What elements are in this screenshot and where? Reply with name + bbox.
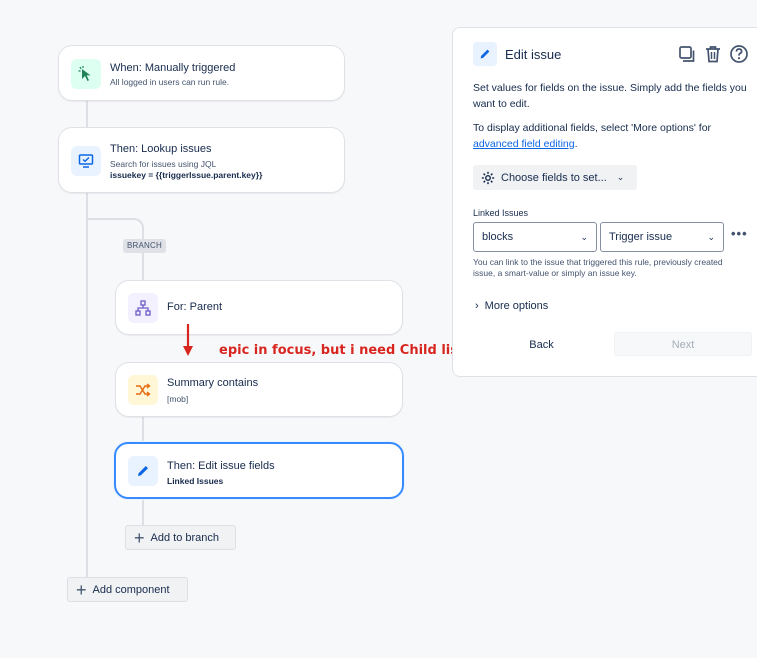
lookup-card[interactable]: Then: Lookup issues Search for issues us… (58, 127, 345, 193)
trigger-subtitle: All logged in users can run rule. (110, 77, 230, 87)
link-type-select[interactable]: blocks ⌄ (473, 222, 597, 252)
flow-rail (86, 192, 88, 582)
condition-subtitle: [mob] (167, 394, 189, 404)
advanced-field-editing-link[interactable]: advanced field editing (473, 138, 575, 150)
panel-title: Edit issue (505, 47, 562, 62)
annotation-text: epic in focus, but i need Child list (219, 343, 465, 358)
branch-rail (142, 253, 144, 281)
plus-icon: + (134, 527, 145, 548)
link-target-select[interactable]: Trigger issue ⌄ (600, 222, 724, 252)
edit-issue-fields-card[interactable]: Then: Edit issue fields Linked Issues (114, 442, 404, 499)
add-to-branch-label: Add to branch (150, 531, 220, 544)
linked-issues-label: Linked Issues (473, 208, 529, 218)
panel-description: Set values for fields on the issue. Simp… (473, 82, 747, 110)
branch-tag: BRANCH (123, 239, 166, 253)
plus-icon: + (76, 579, 87, 600)
linked-issues-help: You can link to the issue that triggered… (473, 257, 723, 278)
branch-connector (86, 218, 144, 240)
for-parent-title: For: Parent (167, 301, 223, 313)
condition-title: Summary contains (167, 377, 259, 389)
flow-rail (86, 100, 88, 128)
cursor-click-icon (71, 59, 101, 89)
chevron-down-icon: ⌄ (707, 231, 715, 242)
pencil-icon (128, 456, 158, 486)
edit-action-subtitle: Linked Issues (167, 476, 224, 486)
trash-icon[interactable] (703, 44, 723, 64)
choose-fields-button[interactable]: Choose fields to set... ⌄ (473, 165, 637, 190)
add-component-button[interactable]: + Add component (67, 577, 188, 602)
trigger-card[interactable]: When: Manually triggered All logged in u… (58, 45, 345, 101)
annotation-arrow-icon (183, 324, 193, 356)
branch-rail (142, 416, 144, 443)
pencil-icon (473, 42, 497, 66)
chevron-right-icon: › (475, 300, 479, 312)
more-options-label: More options (484, 300, 549, 312)
more-actions-icon[interactable]: ••• (731, 226, 748, 241)
next-button[interactable]: Next (614, 332, 752, 356)
hierarchy-icon (128, 293, 158, 323)
lookup-jql: issuekey = {{triggerIssue.parent.key}} (110, 170, 263, 180)
link-type-value: blocks (482, 231, 514, 243)
condition-card[interactable]: Summary contains [mob] (115, 362, 403, 417)
lookup-title: Then: Lookup issues (110, 143, 212, 155)
link-target-value: Trigger issue (609, 231, 673, 243)
edit-action-title: Then: Edit issue fields (167, 460, 275, 472)
add-component-label: Add component (92, 583, 170, 596)
add-to-branch-button[interactable]: + Add to branch (125, 525, 236, 550)
for-parent-card[interactable]: For: Parent (115, 280, 403, 335)
choose-fields-label: Choose fields to set... (501, 171, 607, 184)
duplicate-icon[interactable] (677, 44, 697, 64)
gear-icon (481, 171, 495, 184)
edit-issue-panel: Edit issue Set values for fields on the … (452, 27, 757, 377)
panel-additional-fields: To display additional fields, select 'Mo… (473, 122, 712, 150)
chevron-down-icon: ⌄ (616, 172, 625, 182)
chevron-down-icon: ⌄ (580, 231, 588, 242)
branch-rail (142, 498, 144, 526)
help-icon[interactable] (729, 44, 749, 64)
back-button[interactable]: Back (473, 333, 610, 357)
more-options-toggle[interactable]: › More options (475, 300, 548, 312)
lookup-subtitle: Search for issues using JQL (110, 159, 217, 169)
lookup-monitor-icon (71, 146, 101, 176)
trigger-title: When: Manually triggered (110, 62, 236, 74)
shuffle-condition-icon (128, 375, 158, 405)
